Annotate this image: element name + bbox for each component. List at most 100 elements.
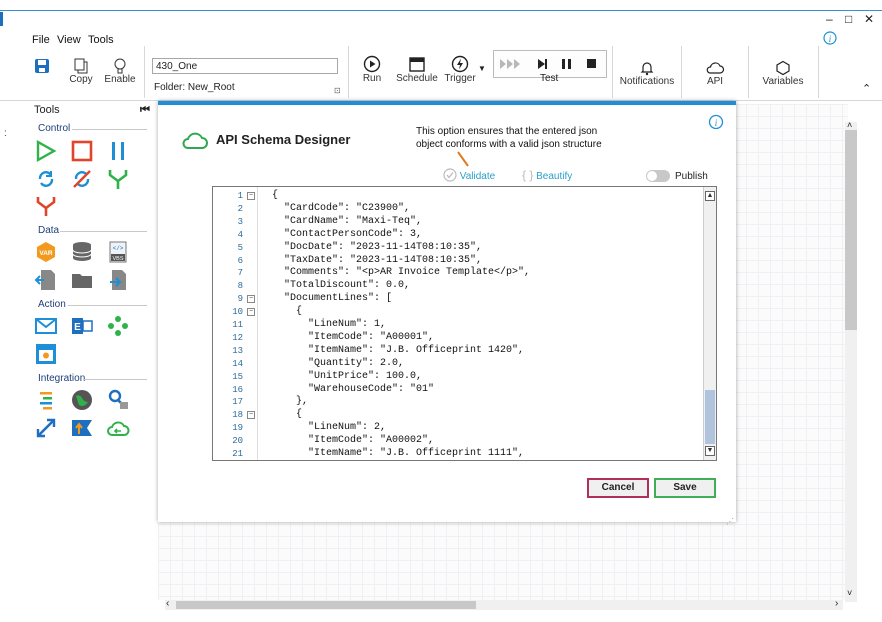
trigger-icon (451, 55, 469, 73)
ribbon-separator (681, 46, 682, 98)
publish-toggle[interactable] (646, 170, 670, 182)
line-number: 2 (237, 203, 243, 214)
process-name-input[interactable]: 430_One (152, 58, 338, 74)
start-icon[interactable] (34, 139, 58, 163)
save-button[interactable] (32, 58, 52, 74)
app-window-icon[interactable] (34, 342, 58, 366)
exchange-icon[interactable]: E (70, 314, 94, 338)
editor-scroll-up-icon[interactable]: ▲ (705, 191, 715, 201)
section-integration: Integration (38, 373, 86, 384)
copy-button[interactable]: Copy (66, 58, 96, 85)
ribbon-separator (144, 46, 145, 98)
folder-icon[interactable] (70, 268, 94, 292)
play-circle-icon (363, 55, 381, 73)
upload-flag-icon[interactable] (70, 416, 94, 440)
vbs-script-icon[interactable]: </> VBS (106, 240, 130, 264)
trigger-dropdown-icon[interactable]: ▼ (478, 64, 486, 73)
code-line: "LineNum": 1, (272, 319, 387, 330)
line-number: 3 (237, 216, 243, 227)
api-key-icon[interactable] (106, 388, 130, 412)
variable-icon[interactable]: VAR (34, 240, 58, 264)
trigger-button[interactable]: Trigger (443, 55, 477, 84)
menu-file[interactable]: File (32, 34, 50, 46)
menu-view[interactable]: View (57, 34, 81, 46)
line-number: 1 (237, 191, 243, 201)
fold-toggle-icon[interactable]: − (247, 192, 255, 200)
workflow-nodes-icon[interactable] (106, 314, 130, 338)
file-import-icon[interactable] (106, 268, 130, 292)
validate-callout: This option ensures that the entered jso… (416, 126, 602, 150)
enable-label: Enable (104, 74, 136, 85)
section-divider (60, 231, 147, 232)
loop-icon[interactable] (34, 167, 58, 191)
resize-grip-icon[interactable]: ⋰ (726, 517, 734, 526)
api-label: API (706, 76, 724, 87)
line-number: 4 (237, 229, 243, 240)
code-line: "Quantity": 2.0, (272, 357, 405, 369)
dialog-info-icon[interactable]: i (708, 114, 724, 130)
close-button[interactable]: ✕ (864, 12, 874, 26)
schedule-button[interactable]: Schedule (396, 55, 438, 84)
line-number: 16 (232, 384, 243, 395)
svg-text:</>: </> (113, 245, 124, 252)
pause-icon[interactable] (562, 59, 571, 69)
line-number: 11 (232, 320, 243, 330)
info-icon[interactable]: i (823, 31, 837, 48)
email-icon[interactable] (34, 314, 58, 338)
list-integration-icon[interactable] (34, 388, 58, 412)
fold-toggle-icon[interactable]: − (247, 411, 255, 420)
tools-panel-title: Tools (34, 104, 60, 116)
step-icon[interactable] (538, 59, 547, 69)
cancel-button[interactable]: Cancel (587, 478, 649, 498)
expand-arrows-icon[interactable] (34, 416, 58, 440)
cloud-sync-icon[interactable] (106, 416, 130, 440)
save-dialog-button[interactable]: Save (654, 478, 716, 498)
variables-button[interactable]: Variables (760, 60, 806, 87)
stop-square-icon[interactable] (70, 139, 94, 163)
line-number: 17 (232, 397, 243, 408)
validate-button[interactable]: Validate (443, 168, 495, 182)
save-icon (35, 59, 49, 73)
code-line: { (272, 409, 303, 421)
file-convert-icon[interactable] (34, 268, 58, 292)
minimize-button[interactable]: – (826, 12, 833, 26)
merge-icon[interactable] (106, 167, 130, 191)
ribbon-separator (748, 46, 749, 98)
dialog-launcher-icon[interactable]: ⊡ (334, 86, 341, 95)
copy-label: Copy (69, 74, 93, 85)
test-label: Test (540, 73, 559, 84)
code-line: "LineNum": 2, (272, 422, 387, 434)
beautify-button[interactable]: { } Beautify (522, 168, 572, 182)
decision-icon[interactable] (34, 194, 58, 218)
dialog-title: API Schema Designer (216, 132, 351, 147)
hexagon-icon (776, 60, 790, 76)
scroll-right-icon[interactable]: › (835, 598, 838, 609)
menu-tools[interactable]: Tools (88, 34, 114, 46)
fold-toggle-icon[interactable]: − (247, 295, 255, 304)
editor-scroll-thumb[interactable] (705, 390, 715, 444)
line-number: 6 (237, 255, 243, 266)
scroll-up-icon[interactable]: ˄ (847, 120, 852, 130)
break-loop-icon[interactable] (70, 167, 94, 191)
parallel-icon[interactable] (106, 139, 130, 163)
web-globe-icon[interactable] (70, 388, 94, 412)
vertical-scroll-thumb[interactable] (845, 130, 857, 330)
fold-toggle-icon[interactable]: − (247, 308, 255, 317)
line-number: 10 (232, 307, 243, 318)
run-button[interactable]: Run (358, 55, 386, 84)
json-editor[interactable]: 1{−2 "CardCode": "C23900", 3 "CardName": … (212, 186, 717, 461)
collapse-panel-icon[interactable]: ⏮ (140, 104, 150, 117)
horizontal-scroll-thumb[interactable] (176, 601, 476, 609)
enable-button[interactable]: Enable (103, 58, 137, 85)
maximize-button[interactable]: □ (845, 12, 852, 26)
database-icon[interactable] (70, 240, 94, 264)
code-line: { (272, 190, 279, 201)
collapse-ribbon-icon[interactable]: ⌃ (862, 82, 871, 95)
scroll-left-icon[interactable]: ‹ (166, 598, 169, 609)
scroll-down-icon[interactable]: ˅ (847, 588, 852, 598)
stop-icon[interactable] (587, 59, 596, 68)
fast-forward-icon[interactable] (500, 59, 520, 69)
notifications-button[interactable]: Notifications (618, 60, 676, 87)
editor-scroll-down-icon[interactable]: ▼ (705, 446, 715, 456)
api-button[interactable]: API (697, 60, 733, 87)
